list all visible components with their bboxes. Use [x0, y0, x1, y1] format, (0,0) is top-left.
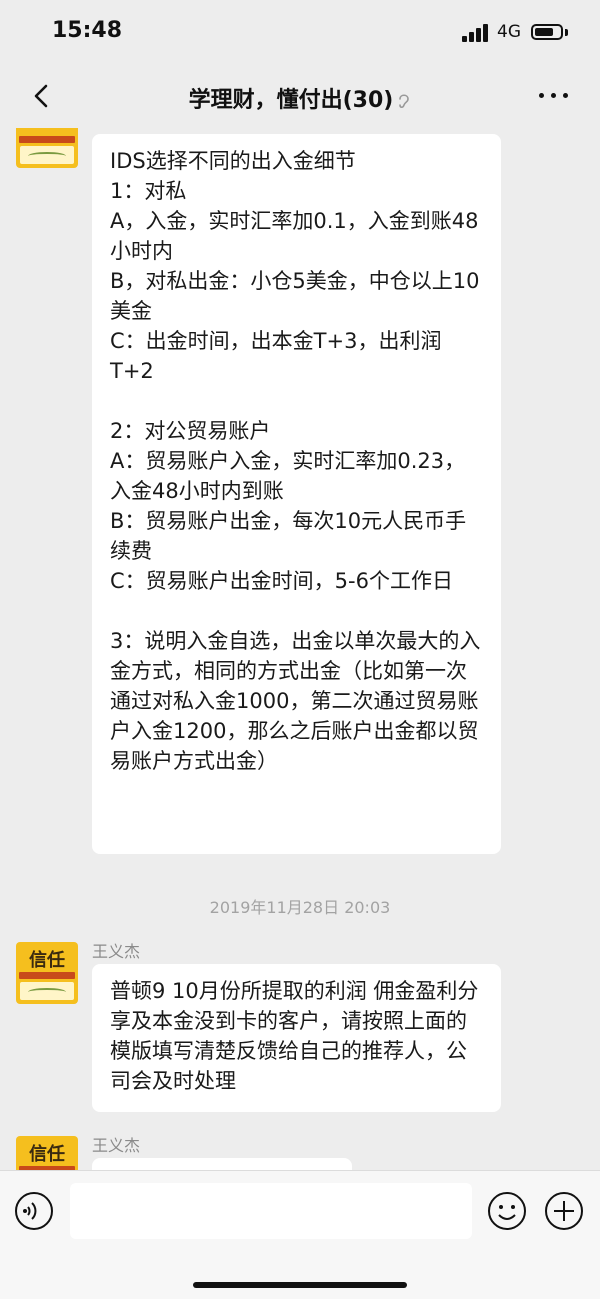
sender-name: 王义杰: [92, 942, 141, 961]
avatar-art: [20, 146, 74, 164]
battery-cap: [565, 29, 568, 36]
avatar[interactable]: 信任: [16, 942, 78, 1004]
status-time: 15:48: [52, 18, 123, 43]
avatar-strip: [19, 972, 75, 979]
home-indicator: [193, 1282, 407, 1288]
timestamp: 2019年11月28日 20:03: [209, 898, 391, 917]
voice-icon[interactable]: [14, 1191, 54, 1231]
emoji-icon[interactable]: [487, 1191, 527, 1231]
network-type: 4G: [497, 22, 521, 42]
message-bubble[interactable]: [92, 1158, 352, 1170]
avatar-art: [20, 982, 74, 1000]
sender-name: 王义杰: [92, 1136, 141, 1155]
avatar-text: 信任: [29, 1144, 65, 1165]
message-input[interactable]: [70, 1183, 472, 1239]
input-bar: [0, 1170, 600, 1299]
chat-title: 学理财，懂付出(30): [0, 82, 600, 114]
chat-area[interactable]: IDS选择不同的出入金细节 1：对私 A，入金，实时汇率加0.1，入金到账48小…: [0, 128, 600, 1170]
signal-icon: [462, 24, 490, 42]
avatar[interactable]: 信任: [16, 1136, 78, 1170]
ear-icon: [399, 94, 410, 109]
more-dots-icon[interactable]: [537, 83, 571, 107]
status-bar: 15:48 4G: [0, 0, 600, 64]
chat-title-text: 学理财，懂付出(30): [188, 88, 394, 113]
nav-bar: 学理财，懂付出(30): [0, 64, 600, 128]
avatar-strip: [19, 136, 75, 143]
battery-icon: [531, 24, 563, 40]
avatar[interactable]: [16, 128, 78, 168]
message-bubble[interactable]: 普顿9 10月份所提取的利润 佣金盈利分享及本金没到卡的客户，请按照上面的模版填…: [92, 964, 501, 1112]
avatar-text: 信任: [29, 950, 65, 971]
message-bubble[interactable]: IDS选择不同的出入金细节 1：对私 A，入金，实时汇率加0.1，入金到账48小…: [92, 134, 501, 854]
plus-circle-icon[interactable]: [544, 1191, 584, 1231]
